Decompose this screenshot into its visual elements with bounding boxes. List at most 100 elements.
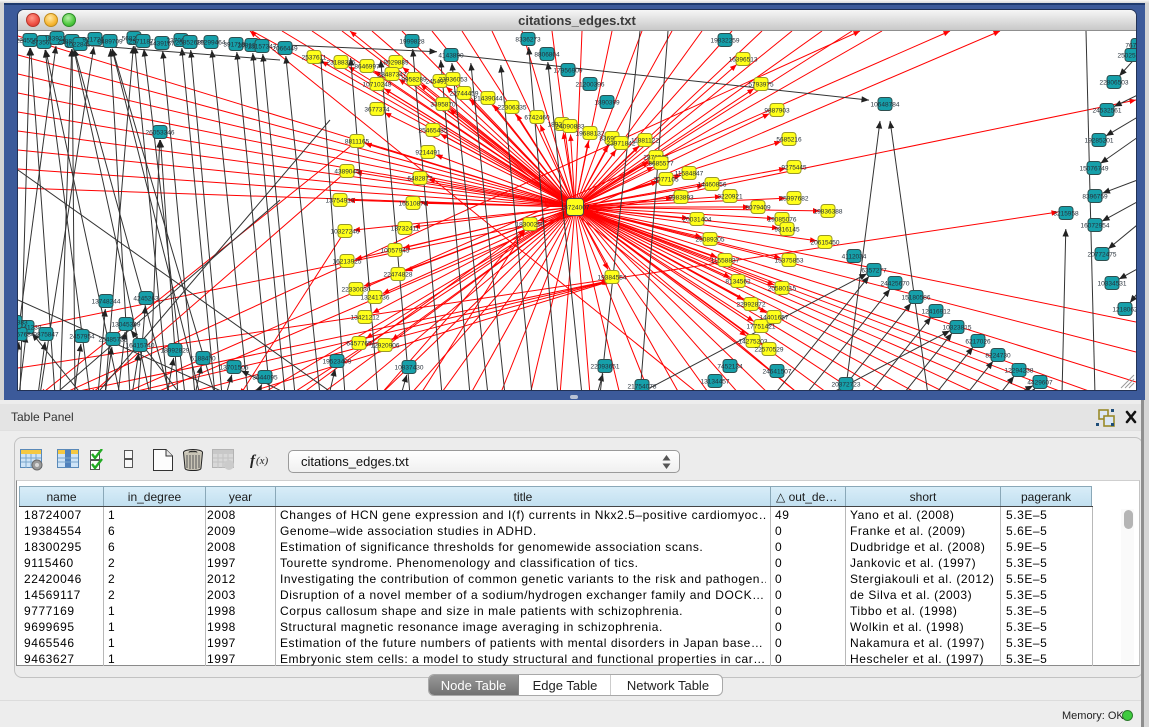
svg-text:18724007: 18724007 xyxy=(561,205,590,212)
svg-text:4429607: 4429607 xyxy=(1027,380,1053,387)
svg-text:6357277: 6357277 xyxy=(861,268,887,275)
svg-text:22474828: 22474828 xyxy=(384,272,413,279)
svg-text:24090883: 24090883 xyxy=(556,124,585,131)
svg-text:23936053: 23936053 xyxy=(439,77,468,84)
svg-text:2077105: 2077105 xyxy=(653,177,679,184)
svg-text:20372723: 20372723 xyxy=(832,382,861,389)
svg-text:15375853: 15375853 xyxy=(775,258,804,265)
svg-text:9816145: 9816145 xyxy=(774,227,800,234)
svg-text:20580115: 20580115 xyxy=(768,286,797,293)
svg-text:1999828: 1999828 xyxy=(399,39,425,46)
svg-text:11584847: 11584847 xyxy=(675,171,704,178)
svg-text:22306335: 22306335 xyxy=(498,105,527,112)
svg-text:22330030: 22330030 xyxy=(342,287,371,294)
svg-text:8806804: 8806804 xyxy=(534,52,560,59)
svg-text:7452134: 7452134 xyxy=(717,364,743,371)
svg-text:19299464: 19299464 xyxy=(197,40,226,47)
svg-text:16072954: 16072954 xyxy=(1081,223,1110,230)
svg-text:17751421: 17751421 xyxy=(747,324,776,331)
svg-text:12416912: 12416912 xyxy=(922,309,951,316)
svg-text:14401657: 14401657 xyxy=(760,315,789,322)
svg-text:8029889: 8029889 xyxy=(383,60,409,67)
svg-text:3220921: 3220921 xyxy=(717,194,743,201)
svg-text:8224730: 8224730 xyxy=(985,353,1011,360)
svg-text:9887903: 9887903 xyxy=(764,108,790,115)
svg-text:13241736: 13241736 xyxy=(361,295,390,302)
svg-text:4245263: 4245263 xyxy=(133,296,159,303)
svg-text:5685216: 5685216 xyxy=(776,137,802,144)
svg-text:17956909: 17956909 xyxy=(554,68,583,75)
svg-text:10334531: 10334531 xyxy=(1098,281,1127,288)
svg-text:21257684: 21257684 xyxy=(18,332,35,339)
svg-text:1218062: 1218062 xyxy=(1112,307,1136,314)
svg-text:25997682: 25997682 xyxy=(780,196,809,203)
svg-text:21754078: 21754078 xyxy=(628,384,657,391)
svg-text:18300295: 18300295 xyxy=(516,222,545,229)
svg-text:13421212: 13421212 xyxy=(351,315,380,322)
svg-text:10710248: 10710248 xyxy=(363,82,392,89)
svg-text:12920906: 12920906 xyxy=(371,343,400,350)
svg-text:24532561: 24532561 xyxy=(1093,108,1122,115)
svg-text:(x): (x) xyxy=(256,455,269,467)
svg-text:9983893: 9983893 xyxy=(668,195,694,202)
svg-text:25089205: 25089205 xyxy=(696,237,725,244)
svg-text:9214491: 9214491 xyxy=(415,150,441,157)
svg-text:10323815: 10323815 xyxy=(943,325,972,332)
svg-text:8336273: 8336273 xyxy=(515,37,541,44)
svg-text:8396759: 8396759 xyxy=(1082,194,1108,201)
svg-text:9875847: 9875847 xyxy=(33,332,59,339)
svg-text:22992872: 22992872 xyxy=(737,302,766,309)
svg-text:21200396: 21200396 xyxy=(576,82,605,89)
svg-text:2066449: 2066449 xyxy=(272,46,298,53)
svg-text:3395870: 3395870 xyxy=(430,102,456,109)
svg-text:4143890: 4143890 xyxy=(438,53,464,60)
svg-text:6742460: 6742460 xyxy=(524,115,550,122)
svg-text:20772475: 20772475 xyxy=(1088,252,1117,259)
svg-text:22806503: 22806503 xyxy=(1100,80,1129,87)
svg-text:14460856: 14460856 xyxy=(698,182,727,189)
svg-text:11558837: 11558837 xyxy=(711,258,740,265)
svg-text:10837430: 10837430 xyxy=(395,365,424,372)
svg-text:6217026: 6217026 xyxy=(965,339,991,346)
svg-text:10648784: 10648784 xyxy=(871,102,900,109)
svg-text:1890399: 1890399 xyxy=(594,100,620,107)
svg-text:5793975: 5793975 xyxy=(748,82,774,89)
svg-text:16213925: 16213925 xyxy=(333,259,362,266)
svg-text:3333883: 3333883 xyxy=(18,320,28,327)
svg-text:8079409: 8079409 xyxy=(745,205,771,212)
svg-text:21439044: 21439044 xyxy=(474,96,503,103)
svg-text:19836388: 19836388 xyxy=(814,209,843,216)
svg-text:10057945: 10057945 xyxy=(381,248,410,255)
svg-text:26053346: 26053346 xyxy=(146,130,175,137)
svg-text:2457954: 2457954 xyxy=(69,334,95,341)
svg-text:13748244: 13748244 xyxy=(92,299,121,306)
svg-text:6482877: 6482877 xyxy=(407,176,433,183)
svg-text:11881122: 11881122 xyxy=(631,138,659,145)
svg-text:9958289: 9958289 xyxy=(401,77,427,84)
svg-text:16415740: 16415740 xyxy=(126,343,155,350)
svg-text:18992829: 18992829 xyxy=(161,348,190,355)
svg-text:5188470: 5188470 xyxy=(190,356,216,363)
svg-text:3215958: 3215958 xyxy=(1053,211,1079,218)
svg-text:19523409: 19523409 xyxy=(323,359,352,366)
svg-text:16396513: 16396513 xyxy=(729,57,758,64)
svg-text:13754919: 13754919 xyxy=(326,198,355,205)
svg-text:8489709: 8489709 xyxy=(97,39,123,46)
svg-text:22093651: 22093651 xyxy=(591,364,620,371)
svg-text:2537611: 2537611 xyxy=(302,55,327,62)
svg-text:12294238: 12294238 xyxy=(1005,368,1034,375)
svg-text:10327246: 10327246 xyxy=(331,229,360,236)
svg-text:22570529: 22570529 xyxy=(755,347,784,354)
svg-text:25465435: 25465435 xyxy=(419,128,448,135)
svg-text:25025631: 25025631 xyxy=(1118,53,1136,60)
svg-text:8646997: 8646997 xyxy=(354,64,380,71)
svg-text:8811165: 8811165 xyxy=(345,139,370,146)
svg-text:13732411: 13732411 xyxy=(391,226,420,233)
svg-text:8685577: 8685577 xyxy=(648,161,674,168)
svg-text:15180586: 15180586 xyxy=(902,295,931,302)
svg-text:13045349: 13045349 xyxy=(112,322,141,329)
svg-text:23188315: 23188315 xyxy=(327,60,356,67)
svg-text:19285201: 19285201 xyxy=(1085,138,1114,145)
svg-text:15076749: 15076749 xyxy=(1080,166,1109,173)
svg-text:3644095: 3644095 xyxy=(252,375,278,382)
